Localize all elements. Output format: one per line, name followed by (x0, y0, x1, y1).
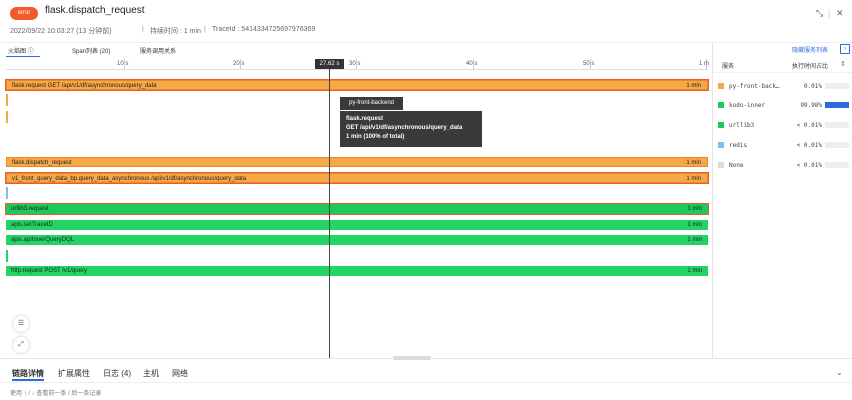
service-color-swatch (718, 142, 724, 148)
tab-host[interactable]: 主机 (143, 368, 159, 379)
span-label: flask.request GET /api/v1/df/asynchronou… (12, 83, 157, 89)
tab-logs[interactable]: 日志 (4) (103, 368, 131, 379)
service-share-fill (825, 102, 849, 108)
service-name[interactable]: urllib3 (729, 122, 754, 129)
service-share-bar (825, 102, 849, 108)
span-label: flask.dispatch_request (12, 160, 72, 166)
list-view-icon[interactable]: ☰ (13, 316, 29, 332)
service-panel-toggle-icon[interactable]: › (840, 44, 850, 54)
span-bar[interactable]: http.request POST /v1/query 1 min (6, 266, 708, 276)
close-icon[interactable]: ✕ (836, 8, 844, 19)
service-name[interactable]: redis (729, 142, 747, 149)
service-name[interactable]: kodo-inner (729, 102, 765, 109)
span-stub[interactable] (6, 111, 8, 123)
service-pct: 99.98% (800, 102, 822, 109)
tick-label: 20 s (233, 61, 245, 67)
duration-text: 持续时间 : 1 min (150, 28, 201, 35)
cursor-time-label: 27.62 s (315, 59, 344, 69)
service-color-swatch (718, 122, 724, 128)
span-duration: 1 min (686, 83, 701, 89)
col-pct-header[interactable]: 执行时间占比 (792, 61, 828, 70)
chevron-down-icon[interactable]: ⌄ (836, 368, 843, 377)
tab-network[interactable]: 网络 (172, 368, 188, 379)
fullscreen-icon[interactable]: ⤡ (816, 8, 823, 19)
service-share-bar (825, 122, 849, 128)
service-color-swatch (718, 162, 724, 168)
span-label: v1_front_query_data_bp.query_data_asynch… (12, 176, 247, 182)
page-title: flask.dispatch_request (45, 5, 145, 16)
sort-icon[interactable]: ⇕ (840, 60, 846, 68)
start-time: 2022/09/22 10:03:27 (13 分钟前) (10, 28, 112, 35)
service-share-bar (825, 142, 849, 148)
span-tooltip: flask.request GET /api/v1/df/asynchronou… (340, 111, 482, 147)
service-name[interactable]: None (729, 162, 743, 169)
service-pct: 0.01% (803, 83, 822, 90)
service-share-bar (825, 83, 849, 89)
span-duration: 1 min (687, 222, 702, 228)
span-bar[interactable]: flask.request GET /api/v1/df/asynchronou… (5, 79, 709, 91)
service-pct: < 0.01% (796, 142, 822, 149)
keyboard-hint: 使用 ↑ / ↓ 查看前一条 / 后一条记录 (10, 391, 102, 397)
span-label: urllib3.request (11, 206, 49, 212)
service-color-swatch (718, 83, 724, 89)
span-stub[interactable] (6, 94, 8, 106)
tab-service-map[interactable]: 服务调用关系 (140, 46, 176, 55)
span-duration: 1 min (686, 176, 701, 182)
service-pct: < 0.01% (796, 162, 822, 169)
service-name[interactable]: py-front-back… (729, 83, 780, 90)
service-panel (712, 43, 852, 358)
span-duration: 1 min (687, 237, 702, 243)
col-service-header: 服务 (722, 64, 735, 70)
span-bar[interactable]: v1_front_query_data_bp.query_data_asynch… (5, 172, 709, 184)
span-stub[interactable] (6, 250, 8, 262)
tooltip-line: 1 min (100% of total) (346, 134, 405, 140)
status-badge: error (10, 7, 38, 20)
tooltip-service: py-front-backend (340, 97, 403, 110)
span-label: apis.setTraceID (11, 222, 53, 228)
tooltip-line: flask.request (346, 116, 384, 122)
tab-span-list[interactable]: Span列表 (20) (72, 46, 110, 55)
span-bar[interactable]: flask.dispatch_request 1 min (6, 157, 708, 167)
service-color-swatch (718, 102, 724, 108)
tab-active-indicator (6, 56, 40, 57)
hide-service-list-link[interactable]: 隐藏服务列表 (792, 45, 828, 54)
tab-trace-details[interactable]: 链路详情 (12, 368, 44, 379)
tab-extended-attributes[interactable]: 扩展属性 (58, 368, 90, 379)
tab-active-indicator (12, 379, 44, 381)
span-label: http.request POST /v1/query (11, 268, 87, 274)
span-duration: 1 min (687, 268, 702, 274)
trace-id[interactable]: TraceId : 5414334725697976369 (212, 26, 315, 33)
tab-flamegraph[interactable]: 火焰图 ⓘ (8, 46, 34, 55)
span-duration: 1 min (686, 160, 701, 166)
tick-label: 30 s (349, 61, 361, 67)
span-label: apis.apiInnerQueryDQL (11, 237, 75, 243)
span-stub[interactable] (6, 187, 8, 199)
span-bar[interactable]: apis.setTraceID 1 min (6, 220, 708, 230)
time-cursor-line (329, 69, 330, 358)
tooltip-line: GET /api/v1/df/asynchronous/query_data (346, 125, 463, 131)
span-bar[interactable]: urllib3.request 1 min (5, 203, 709, 215)
service-pct: < 0.01% (796, 122, 822, 129)
tick-label: 1 m (699, 61, 710, 67)
tick-label: 40 s (466, 61, 478, 67)
collapse-icon[interactable]: ⤢ (13, 337, 29, 353)
tick-label: 10 s (117, 61, 129, 67)
resize-handle[interactable] (393, 356, 431, 360)
span-duration: 1 min (687, 206, 702, 212)
tick-label: 50 s (583, 61, 595, 67)
service-share-bar (825, 162, 849, 168)
span-bar[interactable]: apis.apiInnerQueryDQL 1 min (6, 235, 708, 245)
